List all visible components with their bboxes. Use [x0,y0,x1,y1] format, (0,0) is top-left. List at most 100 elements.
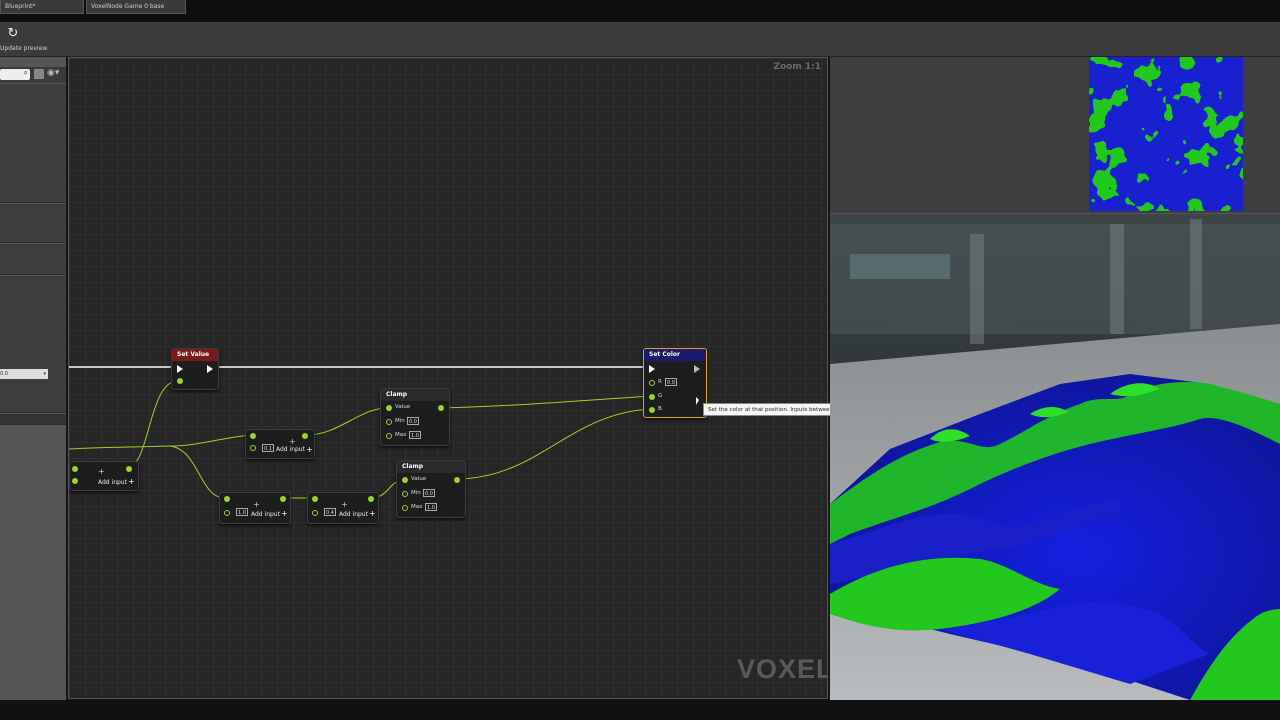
input-pin[interactable] [72,466,78,472]
add-pin-icon[interactable]: + [306,446,313,454]
data-wire [128,380,178,467]
tab-label: VoxelNode Game 0 base [91,3,165,10]
max-input-pin[interactable] [386,433,392,439]
b-input-pin[interactable] [649,407,655,413]
plus-icon: + [98,467,105,476]
field-value: 0.0 [0,371,8,377]
output-pin[interactable] [280,496,286,502]
add-input-button[interactable]: Add input [339,511,368,518]
texture-preview-panel [830,57,1280,215]
add-node[interactable]: 1.0 + Add input + [219,492,291,524]
data-wire [456,408,652,480]
details-section [0,84,66,203]
add-input-button[interactable]: Add input [276,446,305,453]
node-title: Set Color [644,349,706,361]
add-input-button[interactable]: Add input [251,511,280,518]
pin-label: G [658,393,663,399]
output-pin[interactable] [368,496,374,502]
details-section [0,244,66,275]
details-search-bar: ⌕ ◉▾ [0,67,66,83]
min-value-field[interactable]: 0.0 [407,417,419,425]
output-pin[interactable] [454,477,460,483]
search-input[interactable]: ⌕ [0,68,30,80]
tab-voxelnode[interactable]: VoxelNode Game 0 base [86,0,186,14]
graph-editor[interactable]: Zoom 1:1 VOXEL Set Value + Add input + 0… [68,57,828,699]
value-field[interactable]: 1.0 [236,508,248,516]
add-pin-icon[interactable]: + [281,510,288,518]
add-input-button[interactable]: Add input [98,479,127,486]
plus-icon: + [289,437,296,446]
voxel-terrain-render [830,214,1280,700]
add-node[interactable]: 0.1 + Add input + [245,429,315,459]
toolbar: ↻ Update preview [0,22,1280,57]
viewport-3d[interactable] [830,214,1280,700]
pin-label: Min [411,490,421,496]
title-bar: Blueprint* VoxelNode Game 0 base [0,0,1280,22]
add-pin-icon[interactable]: + [369,510,376,518]
input-pin[interactable] [250,445,256,451]
add-node[interactable]: 0.4 + Add input + [307,492,379,524]
details-value-field[interactable]: 0.0 ▾ [0,369,48,379]
r-value-field[interactable]: 0.0 [665,378,677,386]
status-bar [0,700,1280,720]
input-pin[interactable] [72,478,78,484]
node-title: Set Value [172,349,218,361]
pin-label: R [658,379,662,385]
data-wire [306,407,389,436]
list-view-icon[interactable] [34,69,44,79]
details-section [0,276,66,413]
max-value-field[interactable]: 1.0 [409,431,421,439]
input-pin[interactable] [250,433,256,439]
exec-in-pin[interactable] [649,365,655,373]
clamp-node[interactable]: Clamp Value Min 0.0 Max 1.0 [380,388,450,446]
data-wire [440,395,652,409]
details-panel: ⌕ ◉▾ 0.0 ▾ [0,57,66,700]
plus-icon: + [341,500,348,509]
pin-label: Min [395,418,405,424]
value-input-pin[interactable] [177,378,183,384]
add-node[interactable]: + Add input + [69,461,139,491]
node-title: Clamp [381,389,449,401]
update-preview-button[interactable]: ↻ Update preview [0,24,47,54]
g-input-pin[interactable] [649,394,655,400]
min-input-pin[interactable] [402,491,408,497]
value-input-pin[interactable] [402,477,408,483]
value-field[interactable]: 0.1 [262,444,274,452]
output-pin[interactable] [126,466,132,472]
details-section [0,204,66,243]
exec-out-pin[interactable] [207,365,213,373]
add-pin-icon[interactable]: + [128,478,135,486]
plus-icon: + [253,500,260,509]
output-pin[interactable] [302,433,308,439]
set-value-node[interactable]: Set Value [171,348,219,390]
clamp-node[interactable]: Clamp Value Min 0.0 Max 1.0 [396,460,466,518]
pin-label: Value [411,476,427,482]
input-pin[interactable] [224,510,230,516]
max-input-pin[interactable] [402,505,408,511]
value-input-pin[interactable] [386,405,392,411]
exec-in-pin[interactable] [177,365,183,373]
tab-blueprint[interactable]: Blueprint* [0,0,84,14]
details-section [0,414,66,425]
exec-out-pin[interactable] [694,365,700,373]
r-input-pin[interactable] [649,380,655,386]
pin-label: Max [411,504,423,510]
max-value-field[interactable]: 1.0 [425,503,437,511]
input-pin[interactable] [224,496,230,502]
eye-icon[interactable]: ◉▾ [47,68,59,78]
refresh-icon: ↻ [7,26,19,41]
pin-label: B [658,406,662,412]
texture-preview-image [1089,57,1243,211]
data-wire [69,445,170,450]
set-color-node[interactable]: Set Color R 0.0 G B [643,348,707,418]
input-pin[interactable] [312,496,318,502]
data-wire [168,434,252,447]
update-preview-label: Update preview [0,45,48,52]
node-title: Clamp [397,461,465,473]
min-value-field[interactable]: 0.0 [423,489,435,497]
input-pin[interactable] [312,510,318,516]
output-pin[interactable] [438,405,444,411]
pin-label: Max [395,432,407,438]
min-input-pin[interactable] [386,419,392,425]
value-field[interactable]: 0.4 [324,508,336,516]
